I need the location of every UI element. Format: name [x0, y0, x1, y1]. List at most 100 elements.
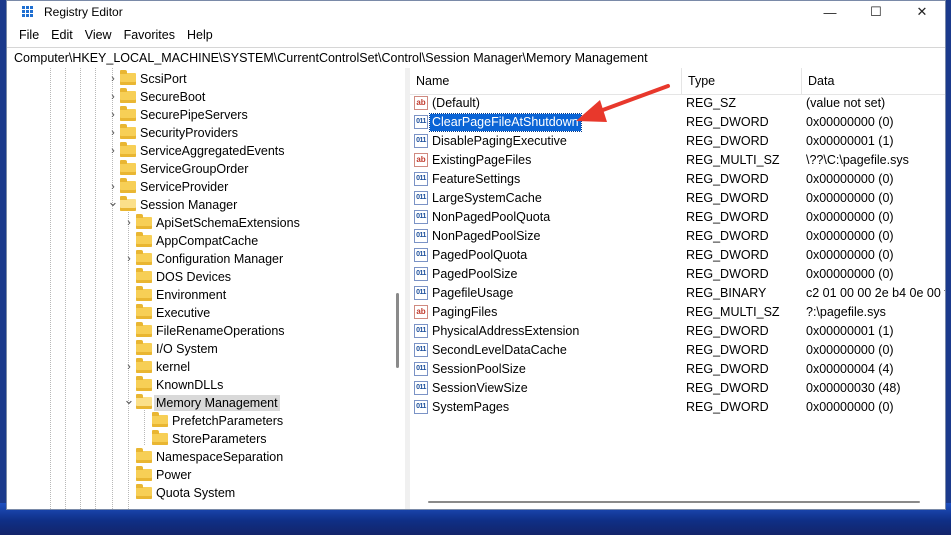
close-button[interactable]: ✕	[899, 1, 945, 23]
chevron-right-icon[interactable]: ›	[123, 358, 135, 376]
value-name[interactable]: SessionPoolSize	[430, 361, 528, 378]
value-name[interactable]: NonPagedPoolQuota	[430, 209, 552, 226]
tree-item[interactable]: › Configuration Manager	[7, 250, 391, 268]
folder-icon	[136, 466, 152, 481]
tree-item[interactable]: › ApiSetSchemaExtensions	[7, 214, 391, 232]
tree-scrollbar-thumb[interactable]	[396, 293, 399, 368]
tree-item[interactable]: DOS Devices	[7, 268, 391, 286]
column-type[interactable]: Type	[682, 68, 802, 94]
tree-item[interactable]: › ServiceProvider	[7, 178, 391, 196]
value-row[interactable]: ab PagingFiles REG_MULTI_SZ ?:\pagefile.sys	[410, 303, 945, 322]
value-row[interactable]: 011 SystemPages REG_DWORD 0x00000000 (0)	[410, 398, 945, 417]
chevron-right-icon[interactable]: ›	[107, 142, 119, 160]
value-name[interactable]: PagingFiles	[430, 304, 499, 321]
tree-item[interactable]: FileRenameOperations	[7, 322, 391, 340]
tree-item[interactable]: KnownDLLs	[7, 376, 391, 394]
value-name[interactable]: ClearPageFileAtShutdown	[429, 113, 582, 132]
value-row[interactable]: 011 DisablePagingExecutive REG_DWORD 0x0000…	[410, 132, 945, 151]
address-bar[interactable]: Computer\HKEY_LOCAL_MACHINE\SYSTEM\Curre…	[7, 47, 945, 69]
value-name[interactable]: PagefileUsage	[430, 285, 515, 302]
minimize-button[interactable]: —	[807, 1, 853, 23]
address-text[interactable]: Computer\HKEY_LOCAL_MACHINE\SYSTEM\Curre…	[14, 51, 648, 65]
tree-item[interactable]: AppCompatCache	[7, 232, 391, 250]
value-name[interactable]: DisablePagingExecutive	[430, 133, 569, 150]
value-name[interactable]: PagedPoolSize	[430, 266, 519, 283]
tree-item[interactable]: PrefetchParameters	[7, 412, 391, 430]
value-row[interactable]: 011 FeatureSettings REG_DWORD 0x00000000 (0…	[410, 170, 945, 189]
tree-item[interactable]: › SecurePipeServers	[7, 106, 391, 124]
value-row[interactable]: 011 NonPagedPoolSize REG_DWORD 0x00000000 (…	[410, 227, 945, 246]
value-name[interactable]: SystemPages	[430, 399, 511, 416]
title-bar[interactable]: Registry Editor — ☐ ✕	[7, 1, 945, 23]
menu-help[interactable]: Help	[181, 28, 219, 42]
value-name[interactable]: PhysicalAddressExtension	[430, 323, 581, 340]
value-name[interactable]: PagedPoolQuota	[430, 247, 529, 264]
value-name[interactable]: SecondLevelDataCache	[430, 342, 569, 359]
tree-item-label: ApiSetSchemaExtensions	[156, 216, 300, 230]
binary-value-icon: 011	[414, 324, 428, 338]
tree-item[interactable]: › SecurityProviders	[7, 124, 391, 142]
tree-item-label: Executive	[156, 306, 211, 320]
key-tree[interactable]: › ScsiPort › SecureBoot › SecurePipeServers › S…	[7, 68, 405, 509]
value-row[interactable]: 011 PagedPoolSize REG_DWORD 0x00000000 (0)	[410, 265, 945, 284]
tree-item[interactable]: › SecureBoot	[7, 88, 391, 106]
value-data: (value not set)	[806, 96, 886, 110]
value-row[interactable]: 011 PagedPoolQuota REG_DWORD 0x00000000 (0)	[410, 246, 945, 265]
menu-view[interactable]: View	[79, 28, 118, 42]
tree-scrollbar[interactable]	[393, 68, 403, 509]
chevron-right-icon[interactable]: ›	[123, 250, 135, 268]
value-data: 0x00000000 (0)	[806, 267, 894, 281]
maximize-button[interactable]: ☐	[853, 1, 899, 23]
value-row[interactable]: 011 PagefileUsage REG_BINARY c2 01 00 00 2e…	[410, 284, 945, 303]
column-name[interactable]: Name	[410, 68, 682, 94]
tree-item-label: DOS Devices	[156, 270, 232, 284]
tree-item[interactable]: Environment	[7, 286, 391, 304]
tree-item[interactable]: › kernel	[7, 358, 391, 376]
tree-item[interactable]: Quota System	[7, 484, 391, 502]
menu-file[interactable]: File	[13, 28, 45, 42]
tree-item[interactable]: Executive	[7, 304, 391, 322]
value-type: REG_DWORD	[686, 172, 769, 186]
horizontal-scrollbar[interactable]	[410, 493, 945, 509]
horizontal-scrollbar-thumb[interactable]	[428, 501, 920, 503]
value-row[interactable]: ab ExistingPageFiles REG_MULTI_SZ \??\C:\pa…	[410, 151, 945, 170]
value-list[interactable]: Name Type Data ab (Default) REG_SZ (value n…	[410, 68, 945, 509]
value-row[interactable]: 011 PhysicalAddressExtension REG_DWORD 0x00…	[410, 322, 945, 341]
tree-item[interactable]: ⌄ Session Manager	[7, 195, 391, 214]
folder-icon	[136, 322, 152, 337]
tree-item[interactable]: I/O System	[7, 340, 391, 358]
value-name[interactable]: LargeSystemCache	[430, 190, 544, 207]
chevron-right-icon[interactable]: ›	[123, 214, 135, 232]
tree-item[interactable]: Power	[7, 466, 391, 484]
chevron-right-icon[interactable]: ›	[107, 88, 119, 106]
tree-item[interactable]: ⌄ Memory Management	[7, 393, 391, 412]
folder-icon	[136, 340, 152, 355]
tree-item[interactable]: › ScsiPort	[7, 70, 391, 88]
value-name[interactable]: (Default)	[430, 95, 482, 112]
menu-favorites[interactable]: Favorites	[118, 28, 181, 42]
value-row[interactable]: 011 SecondLevelDataCache REG_DWORD 0x000000…	[410, 341, 945, 360]
tree-item[interactable]: › ServiceAggregatedEvents	[7, 142, 391, 160]
value-data: 0x00000000 (0)	[806, 210, 894, 224]
menu-edit[interactable]: Edit	[45, 28, 79, 42]
column-data[interactable]: Data	[802, 68, 945, 94]
value-row[interactable]: 011 ClearPageFileAtShutdown REG_DWORD 0x000…	[410, 113, 945, 132]
chevron-right-icon[interactable]: ›	[107, 70, 119, 88]
value-row[interactable]: 011 SessionPoolSize REG_DWORD 0x00000004 (4…	[410, 360, 945, 379]
chevron-right-icon[interactable]: ›	[107, 106, 119, 124]
chevron-down-icon[interactable]: ⌄	[123, 393, 135, 412]
chevron-down-icon[interactable]: ⌄	[107, 195, 119, 214]
value-row[interactable]: 011 SessionViewSize REG_DWORD 0x00000030 (4…	[410, 379, 945, 398]
value-name[interactable]: FeatureSettings	[430, 171, 522, 188]
value-data: 0x00000000 (0)	[806, 115, 894, 129]
value-name[interactable]: NonPagedPoolSize	[430, 228, 542, 245]
value-row[interactable]: ab (Default) REG_SZ (value not set)	[410, 94, 945, 113]
tree-item[interactable]: NamespaceSeparation	[7, 448, 391, 466]
value-row[interactable]: 011 LargeSystemCache REG_DWORD 0x00000000 (…	[410, 189, 945, 208]
tree-item[interactable]: ServiceGroupOrder	[7, 160, 391, 178]
chevron-right-icon[interactable]: ›	[107, 124, 119, 142]
value-name[interactable]: ExistingPageFiles	[430, 152, 533, 169]
tree-item[interactable]: StoreParameters	[7, 430, 391, 448]
value-row[interactable]: 011 NonPagedPoolQuota REG_DWORD 0x00000000 …	[410, 208, 945, 227]
value-name[interactable]: SessionViewSize	[430, 380, 530, 397]
